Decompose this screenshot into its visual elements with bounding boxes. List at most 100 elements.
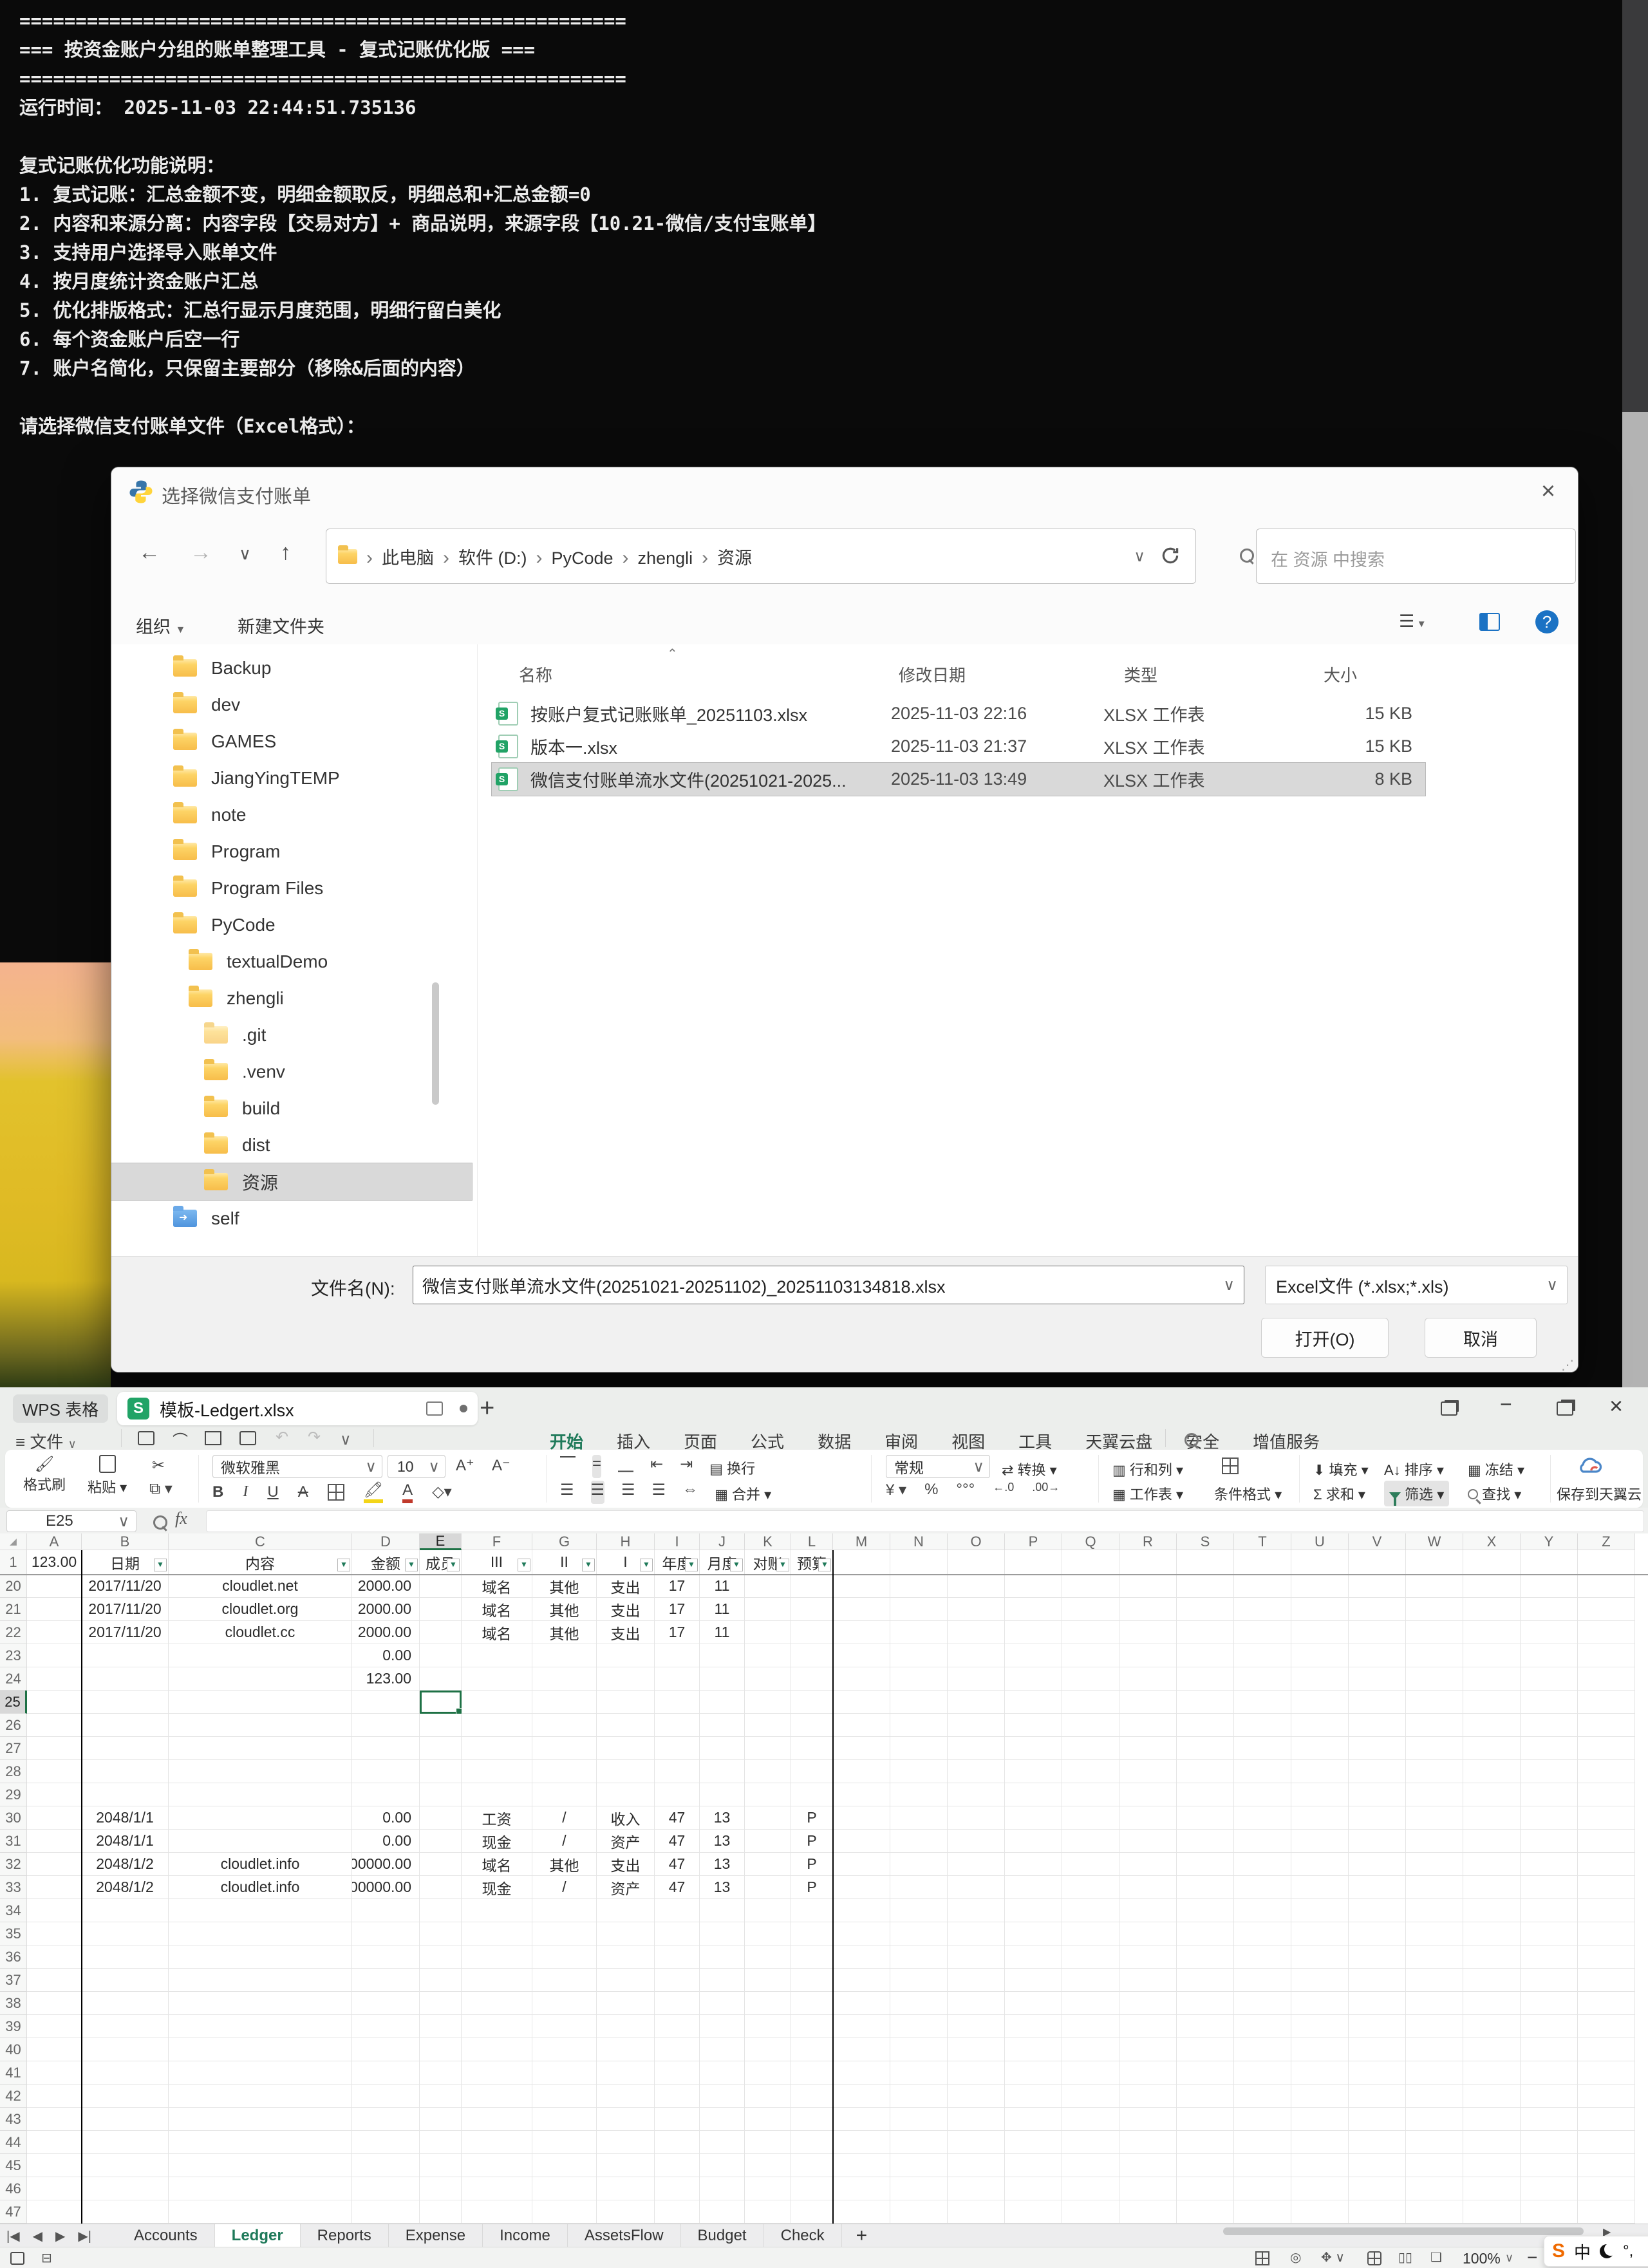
cell-Y21[interactable] (1521, 1598, 1578, 1621)
cell-R40[interactable] (1119, 2038, 1177, 2061)
macro-icon[interactable] (10, 2252, 24, 2265)
cell-X25[interactable] (1463, 1691, 1521, 1714)
cell-B24[interactable] (82, 1667, 169, 1691)
refresh-icon[interactable] (1159, 545, 1181, 567)
cell-L25[interactable] (791, 1691, 833, 1714)
cell-R26[interactable] (1119, 1714, 1177, 1737)
cell-U1[interactable] (1291, 1550, 1349, 1575)
filename-input[interactable]: 微信支付账单流水文件(20251021-20251102)_2025110313… (413, 1266, 1244, 1304)
cell-L28[interactable] (791, 1760, 833, 1783)
cell-E28[interactable] (420, 1760, 462, 1783)
cell-F46[interactable] (462, 2177, 532, 2200)
cell-Z38[interactable] (1578, 1992, 1635, 2015)
cell-H44[interactable] (597, 2131, 655, 2154)
cell-M1[interactable] (833, 1550, 890, 1575)
align-bottom-icon[interactable]: ⎽ (618, 1455, 633, 1478)
align-middle-icon[interactable]: = (592, 1455, 601, 1478)
column-header-Z[interactable]: Z (1578, 1533, 1635, 1550)
cell-U32[interactable] (1291, 1853, 1349, 1876)
cell-T22[interactable] (1234, 1621, 1291, 1644)
cell-E20[interactable] (420, 1575, 462, 1598)
breadcrumb-item[interactable]: 软件 (D:) (458, 548, 527, 568)
cell-R45[interactable] (1119, 2154, 1177, 2177)
shrink-font-icon[interactable]: A⁻ (492, 1456, 510, 1475)
format-painter-button[interactable]: 🖌︎格式刷 (23, 1455, 66, 1494)
cell-Y39[interactable] (1521, 2015, 1578, 2038)
cell-S32[interactable] (1177, 1853, 1234, 1876)
cell-G22[interactable]: 其他 (532, 1621, 597, 1644)
cell-R37[interactable] (1119, 1969, 1177, 1992)
cell-F27[interactable] (462, 1737, 532, 1760)
cell-Q20[interactable] (1062, 1575, 1119, 1598)
cell-G38[interactable] (532, 1992, 597, 2015)
cell-N24[interactable] (890, 1667, 948, 1691)
fill-button[interactable]: ⬇ 填充 ▾ (1313, 1459, 1369, 1479)
cell-P35[interactable] (1005, 1922, 1062, 1945)
cell-Q31[interactable] (1062, 1830, 1119, 1853)
cell-B25[interactable] (82, 1691, 169, 1714)
cell-L45[interactable] (791, 2154, 833, 2177)
cell-S24[interactable] (1177, 1667, 1234, 1691)
cell-Y26[interactable] (1521, 1714, 1578, 1737)
cell-V47[interactable] (1349, 2200, 1406, 2224)
cell-Q28[interactable] (1062, 1760, 1119, 1783)
cell-F39[interactable] (462, 2015, 532, 2038)
cell-W20[interactable] (1406, 1575, 1463, 1598)
cell-A23[interactable] (27, 1644, 82, 1667)
font-name-select[interactable]: 微软雅黑∨ (212, 1455, 382, 1478)
cell-N37[interactable] (890, 1969, 948, 1992)
column-header-U[interactable]: U (1291, 1533, 1349, 1550)
cell-L22[interactable] (791, 1621, 833, 1644)
cell-U34[interactable] (1291, 1899, 1349, 1922)
cell-D28[interactable] (352, 1760, 420, 1783)
cell-E21[interactable] (420, 1598, 462, 1621)
cell-H36[interactable] (597, 1945, 655, 1969)
cell-A43[interactable] (27, 2108, 82, 2131)
cell-C26[interactable] (169, 1714, 352, 1737)
cell-B27[interactable] (82, 1737, 169, 1760)
align-right-icon[interactable]: ☰ (621, 1481, 635, 1504)
cell-I24[interactable] (655, 1667, 700, 1691)
cell-M25[interactable] (833, 1691, 890, 1714)
cell-Z33[interactable] (1578, 1876, 1635, 1899)
ime-lang-indicator[interactable]: 中 (1574, 2240, 1591, 2263)
cell-S42[interactable] (1177, 2085, 1234, 2108)
cell-K27[interactable] (745, 1737, 791, 1760)
cell-L47[interactable] (791, 2200, 833, 2224)
cell-D43[interactable] (352, 2108, 420, 2131)
cell-E43[interactable] (420, 2108, 462, 2131)
cell-M40[interactable] (833, 2038, 890, 2061)
increase-indent-icon[interactable]: ⇥ (680, 1455, 693, 1478)
cell-G25[interactable] (532, 1691, 597, 1714)
column-header-D[interactable]: D (352, 1533, 420, 1550)
cell-U26[interactable] (1291, 1714, 1349, 1737)
cut-icon[interactable]: ✂ (152, 1456, 165, 1475)
cell-G44[interactable] (532, 2131, 597, 2154)
cell-N32[interactable] (890, 1853, 948, 1876)
cell-W27[interactable] (1406, 1737, 1463, 1760)
sheet-tab-Check[interactable]: Check (764, 2224, 842, 2247)
cell-D34[interactable] (352, 1899, 420, 1922)
cell-X40[interactable] (1463, 2038, 1521, 2061)
cell-L1[interactable]: 预算▼ (791, 1550, 833, 1575)
cell-K43[interactable] (745, 2108, 791, 2131)
zoom-dropdown-icon[interactable]: ∨ (1505, 2251, 1513, 2265)
cell-Q30[interactable] (1062, 1806, 1119, 1830)
cell-O20[interactable] (948, 1575, 1005, 1598)
cell-S40[interactable] (1177, 2038, 1234, 2061)
cell-J33[interactable]: 13 (700, 1876, 745, 1899)
cell-R28[interactable] (1119, 1760, 1177, 1783)
cell-Z31[interactable] (1578, 1830, 1635, 1853)
row-header-26[interactable]: 26 (0, 1714, 27, 1737)
cell-F29[interactable] (462, 1783, 532, 1806)
cell-E29[interactable] (420, 1783, 462, 1806)
cell-C20[interactable]: cloudlet.net (169, 1575, 352, 1598)
tree-item-GAMES[interactable]: GAMES (111, 723, 472, 760)
cell-D38[interactable] (352, 1992, 420, 2015)
cell-O34[interactable] (948, 1899, 1005, 1922)
cell-A27[interactable] (27, 1737, 82, 1760)
export-icon[interactable]: ⌒ (173, 1428, 188, 1450)
cell-M33[interactable] (833, 1876, 890, 1899)
cell-W32[interactable] (1406, 1853, 1463, 1876)
cell-W34[interactable] (1406, 1899, 1463, 1922)
